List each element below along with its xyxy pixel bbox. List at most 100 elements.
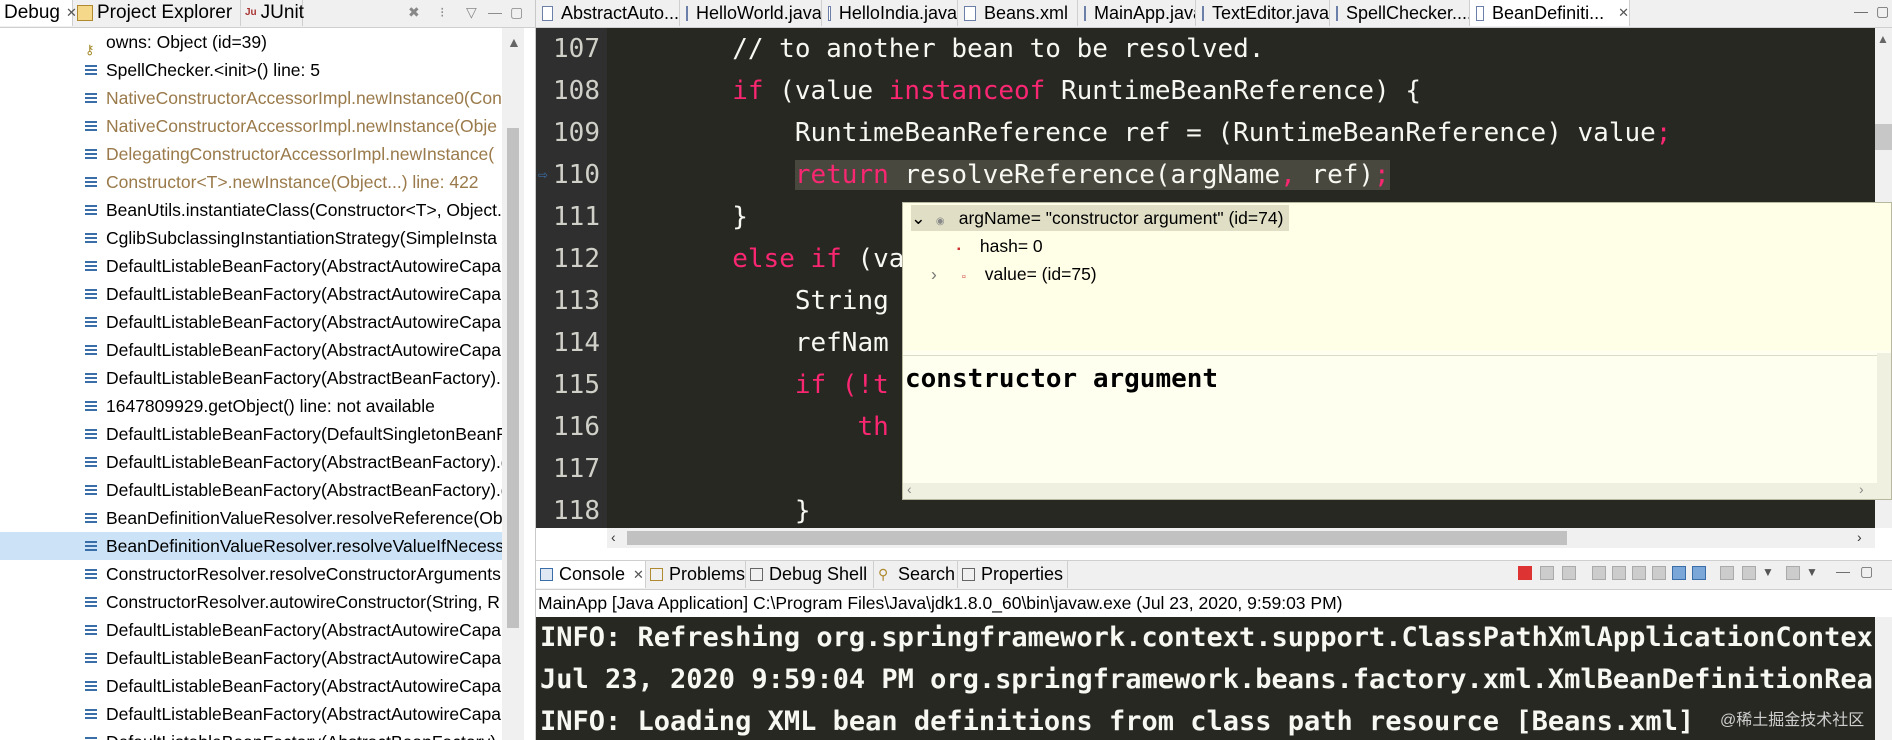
scroll-right-icon[interactable]: › bbox=[1859, 481, 1864, 497]
scroll-up-icon[interactable]: ▲ bbox=[1877, 32, 1889, 46]
stack-frame-row[interactable]: ⚷ owns: Object (id=39) bbox=[0, 28, 502, 56]
stack-frame-row[interactable]: DefaultListableBeanFactory(AbstractAutow… bbox=[0, 700, 502, 728]
editor-tab[interactable]: HelloIndia.java bbox=[822, 0, 958, 26]
stack-frame-row[interactable]: DefaultListableBeanFactory(AbstractAutow… bbox=[0, 616, 502, 644]
display-console-icon[interactable] bbox=[1720, 566, 1734, 580]
stack-frame-row[interactable]: DefaultListableBeanFactory(AbstractAutow… bbox=[0, 672, 502, 700]
stack-frame-row[interactable]: NativeConstructorAccessorImpl.newInstanc… bbox=[0, 112, 502, 140]
detail-vertical-scrollbar[interactable] bbox=[1877, 353, 1891, 483]
line-number: 112 bbox=[553, 244, 600, 274]
stack-frame-row[interactable]: DefaultListableBeanFactory(AbstractAutow… bbox=[0, 336, 502, 364]
tab-console[interactable]: Console ✕ bbox=[536, 561, 646, 588]
editor-tab[interactable]: AbstractAuto... bbox=[536, 0, 680, 26]
scroll-lock-icon[interactable] bbox=[1612, 566, 1626, 580]
scrollbar-thumb[interactable] bbox=[627, 531, 1567, 545]
new-console-icon[interactable] bbox=[1786, 566, 1800, 580]
console-scrollbar[interactable] bbox=[1875, 617, 1892, 740]
show-on-stderr-icon[interactable] bbox=[1672, 566, 1686, 580]
tab-project-explorer[interactable]: Project Explorer bbox=[73, 0, 241, 26]
editor-tab[interactable]: TextEditor.java bbox=[1196, 0, 1330, 26]
scroll-up-icon[interactable]: ▲ bbox=[507, 34, 521, 50]
chevron-down-icon[interactable]: ▽ bbox=[466, 4, 477, 21]
editor-tab[interactable]: HelloWorld.java bbox=[680, 0, 822, 26]
stack-frame-label: BeanDefinitionValueResolver.resolveRefer… bbox=[106, 508, 502, 528]
class-file-icon bbox=[1476, 5, 1485, 21]
tab-properties[interactable]: Properties bbox=[958, 561, 1068, 588]
terminate-icon[interactable] bbox=[1518, 566, 1532, 580]
stack-frame-row[interactable]: BeanDefinitionValueResolver.resolveRefer… bbox=[0, 504, 502, 532]
maximize-icon[interactable]: ▢ bbox=[1860, 563, 1873, 580]
stack-frame-row[interactable]: BeanUtils.instantiateClass(Constructor<T… bbox=[0, 196, 502, 224]
tab-junit[interactable]: Ju JUnit bbox=[241, 0, 304, 26]
code-line-110[interactable]: return resolveReference(argName, ref); bbox=[607, 154, 1875, 196]
tab-search[interactable]: ⚲ Search bbox=[874, 561, 958, 588]
remove-all-terminated-icon[interactable] bbox=[1562, 566, 1576, 580]
maximize-icon[interactable]: ▢ bbox=[510, 4, 523, 21]
code-line-108[interactable]: if (value instanceof RuntimeBeanReferenc… bbox=[607, 70, 1875, 112]
stack-frame-row[interactable]: CglibSubclassingInstantiationStrategy(Si… bbox=[0, 224, 502, 252]
stack-frame-row[interactable]: DelegatingConstructorAccessorImpl.newIns… bbox=[0, 140, 502, 168]
editor-tab[interactable]: BeanDefiniti... ✕ bbox=[1470, 0, 1630, 26]
expand-icon[interactable]: › bbox=[931, 261, 957, 287]
editor-tab[interactable]: MainApp.java bbox=[1078, 0, 1196, 26]
close-icon[interactable]: ✕ bbox=[633, 567, 644, 583]
stack-frame-row[interactable]: ConstructorResolver.autowireConstructor(… bbox=[0, 588, 502, 616]
stack-frame-label: DefaultListableBeanFactory(AbstractAutow… bbox=[106, 312, 502, 332]
stack-frame-row[interactable]: NativeConstructorAccessorImpl.newInstanc… bbox=[0, 84, 502, 112]
code-text: RuntimeBeanReference) { bbox=[1045, 76, 1422, 106]
collapse-icon[interactable]: ⌄ bbox=[911, 205, 931, 231]
detail-horizontal-scrollbar[interactable]: ‹ › bbox=[903, 481, 1891, 499]
scroll-left-icon[interactable]: ‹ bbox=[907, 481, 912, 497]
maximize-icon[interactable]: ▢ bbox=[1876, 3, 1889, 20]
stack-frame-row[interactable]: BeanDefinitionValueResolver.resolveValue… bbox=[0, 532, 502, 560]
console-output[interactable]: INFO: Refreshing org.springframework.con… bbox=[536, 617, 1875, 740]
variable-row-hash[interactable]: ▪ hash= 0 bbox=[957, 233, 1043, 259]
word-wrap-icon[interactable] bbox=[1632, 566, 1646, 580]
pin-console-icon[interactable] bbox=[1692, 566, 1706, 580]
remove-all-terminated-icon[interactable]: ✖ bbox=[408, 4, 420, 21]
minimize-icon[interactable]: — bbox=[1836, 563, 1850, 579]
chevron-down-icon[interactable]: ▼ bbox=[1806, 565, 1818, 579]
stack-frame-row[interactable]: DefaultListableBeanFactory(AbstractAutow… bbox=[0, 280, 502, 308]
stack-frame-row[interactable]: DefaultListableBeanFactory(AbstractBeanF… bbox=[0, 728, 502, 740]
tab-problems[interactable]: Problems bbox=[646, 561, 746, 588]
variable-row-value[interactable]: › ▫ value= (id=75) bbox=[931, 261, 1097, 287]
editor-tab[interactable]: Beans.xml bbox=[958, 0, 1078, 26]
stack-frame-row[interactable]: 1647809929.getObject() line: not availab… bbox=[0, 392, 502, 420]
editor-tab-bar: AbstractAuto... HelloWorld.java HelloIndia… bbox=[536, 0, 1892, 28]
editor-tab[interactable]: SpellChecker.... bbox=[1330, 0, 1470, 26]
minimize-icon[interactable]: — bbox=[488, 4, 502, 20]
tab-debug-shell[interactable]: Debug Shell bbox=[746, 561, 874, 588]
stack-frame-row[interactable]: ConstructorResolver.resolveConstructorAr… bbox=[0, 560, 502, 588]
stack-frame-row[interactable]: SpellChecker.<init>() line: 5 bbox=[0, 56, 502, 84]
minimize-icon[interactable]: — bbox=[1854, 3, 1868, 19]
close-icon[interactable]: ✕ bbox=[1618, 5, 1629, 21]
open-console-icon[interactable] bbox=[1742, 566, 1756, 580]
tab-debug[interactable]: Debug ✕ bbox=[0, 0, 77, 26]
stack-frame-row[interactable]: DefaultListableBeanFactory(AbstractAutow… bbox=[0, 308, 502, 336]
clear-console-icon[interactable] bbox=[1592, 566, 1606, 580]
remove-launch-icon[interactable] bbox=[1540, 566, 1554, 580]
editor-horizontal-scrollbar[interactable]: ‹ › bbox=[607, 528, 1875, 548]
stack-frame-scrollbar[interactable]: ▲ bbox=[502, 28, 524, 740]
stack-frame-row[interactable]: Constructor<T>.newInstance(Object...) li… bbox=[0, 168, 502, 196]
scrollbar-thumb[interactable] bbox=[507, 128, 519, 628]
code-line-107[interactable]: // to another bean to be resolved. bbox=[607, 28, 1875, 70]
keyword-if: if bbox=[794, 370, 827, 400]
stack-frame-row[interactable]: DefaultListableBeanFactory(AbstractBeanF… bbox=[0, 364, 502, 392]
stack-frame-row[interactable]: DefaultListableBeanFactory(AbstractBeanF… bbox=[0, 448, 502, 476]
stack-frame-row[interactable]: DefaultListableBeanFactory(AbstractBeanF… bbox=[0, 476, 502, 504]
stack-frame-row[interactable]: DefaultListableBeanFactory(AbstractAutow… bbox=[0, 252, 502, 280]
variable-row-argname[interactable]: ⌄ ◉ argName= "constructor argument" (id=… bbox=[911, 205, 1290, 231]
stack-frame-row[interactable]: DefaultListableBeanFactory(AbstractAutow… bbox=[0, 644, 502, 672]
scrollbar-thumb[interactable] bbox=[1875, 124, 1892, 150]
code-line-109[interactable]: RuntimeBeanReference ref = (RuntimeBeanR… bbox=[607, 112, 1875, 154]
view-menu-icon[interactable]: ⁝ bbox=[440, 4, 444, 21]
show-on-stdout-icon[interactable] bbox=[1652, 566, 1666, 580]
stack-frame-row[interactable]: DefaultListableBeanFactory(DefaultSingle… bbox=[0, 420, 502, 448]
variable-detail-pane[interactable]: constructor argument bbox=[903, 355, 1891, 486]
variable-inspect-popup[interactable]: ⌄ ◉ argName= "constructor argument" (id=… bbox=[902, 202, 1892, 500]
scroll-right-icon[interactable]: › bbox=[1857, 529, 1862, 545]
scroll-left-icon[interactable]: ‹ bbox=[611, 529, 616, 545]
chevron-down-icon[interactable]: ▼ bbox=[1762, 565, 1774, 579]
